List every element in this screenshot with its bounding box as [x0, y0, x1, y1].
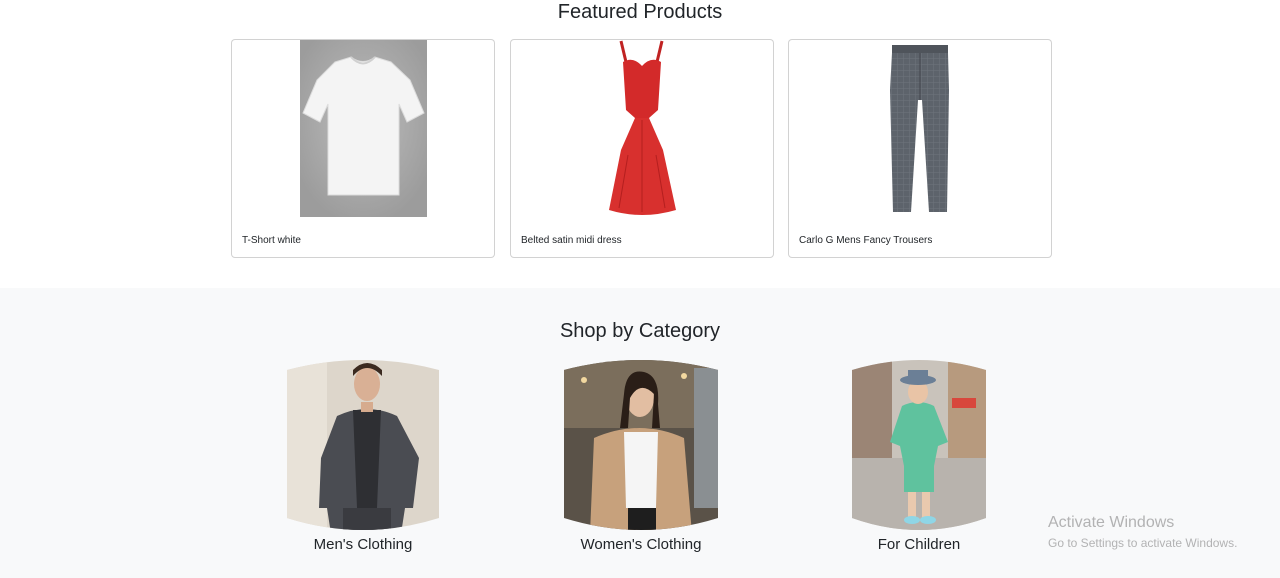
- category-image-children: [852, 358, 986, 539]
- featured-products-title: Featured Products: [557, 1, 723, 23]
- windows-activation-watermark: Activate Windows Go to Settings to activ…: [1048, 514, 1237, 550]
- category-label: For Children: [877, 536, 961, 553]
- category-label: Women's Clothing: [580, 536, 702, 553]
- featured-products-section: Featured Products T-Short white Belted s…: [0, 0, 1280, 288]
- product-card[interactable]: Belted satin midi dress: [510, 39, 774, 258]
- product-image-trousers: [789, 40, 1051, 218]
- category-label: Men's Clothing: [313, 536, 413, 553]
- shop-by-category-title: Shop by Category: [559, 320, 721, 342]
- product-card[interactable]: Carlo G Mens Fancy Trousers: [788, 39, 1052, 258]
- category-image-men: [287, 358, 439, 539]
- product-card[interactable]: T-Short white: [231, 39, 495, 258]
- product-name: Belted satin midi dress: [521, 235, 622, 246]
- category-image-women: [564, 358, 718, 539]
- product-name: Carlo G Mens Fancy Trousers: [799, 235, 933, 246]
- product-image-tshirt: [232, 40, 494, 218]
- watermark-title: Activate Windows: [1048, 514, 1175, 531]
- product-image-dress: [511, 40, 773, 218]
- product-name: T-Short white: [242, 235, 301, 246]
- watermark-subtitle: Go to Settings to activate Windows.: [1048, 536, 1238, 550]
